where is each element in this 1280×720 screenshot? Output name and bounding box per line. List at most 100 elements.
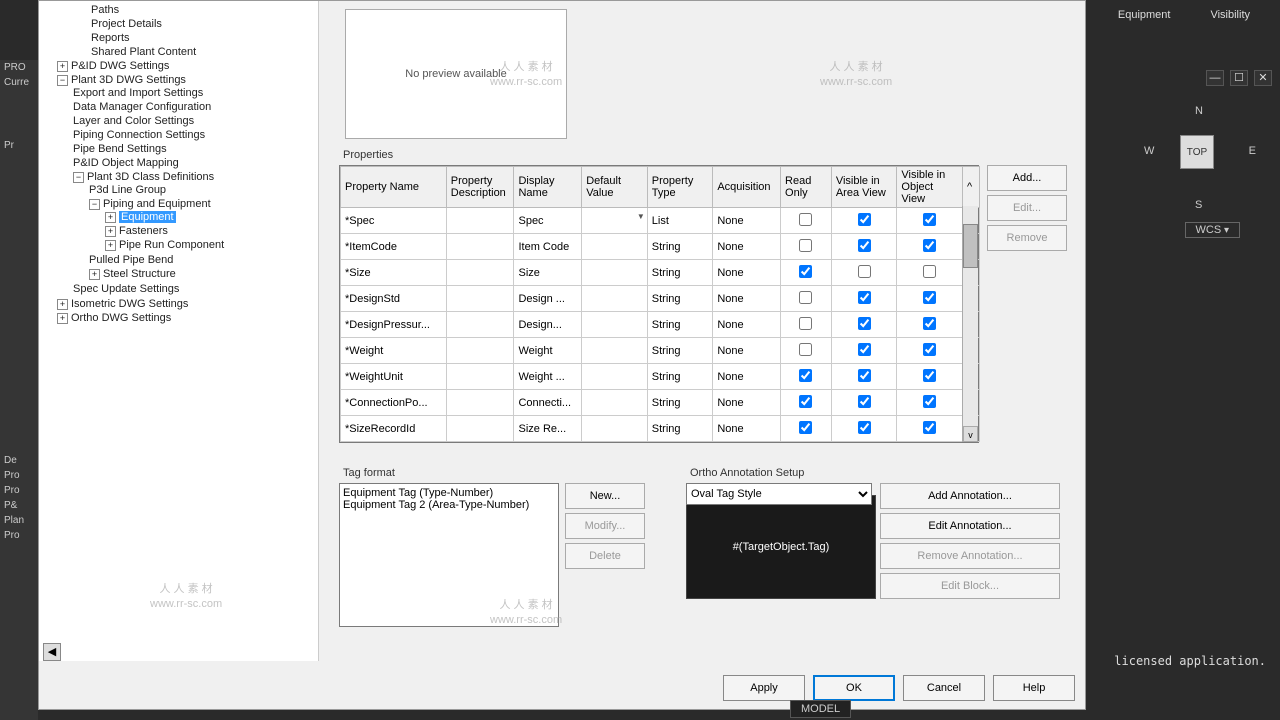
apply-button[interactable]: Apply bbox=[723, 675, 805, 701]
cell[interactable] bbox=[831, 338, 897, 364]
cell[interactable] bbox=[897, 208, 963, 234]
scroll-down-icon[interactable]: v bbox=[963, 426, 978, 442]
cell[interactable]: ▼ bbox=[582, 208, 648, 234]
table-row[interactable]: *WeightWeightStringNone bbox=[341, 338, 980, 364]
checkbox[interactable] bbox=[923, 265, 936, 278]
dropdown-icon[interactable]: ▼ bbox=[637, 212, 645, 221]
table-row[interactable]: *ItemCodeItem CodeStringNone bbox=[341, 234, 980, 260]
checkbox[interactable] bbox=[858, 317, 871, 330]
ok-button[interactable]: OK bbox=[813, 675, 895, 701]
expand-icon[interactable]: + bbox=[57, 299, 68, 310]
checkbox[interactable] bbox=[858, 395, 871, 408]
cell[interactable] bbox=[446, 286, 514, 312]
new-button[interactable]: New... bbox=[565, 483, 645, 509]
cell[interactable]: *ConnectionPo... bbox=[341, 390, 447, 416]
view-cube-top[interactable]: TOP bbox=[1180, 135, 1214, 169]
col-vav[interactable]: Visible in Area View bbox=[831, 167, 897, 208]
cell[interactable] bbox=[831, 416, 897, 442]
checkbox[interactable] bbox=[799, 213, 812, 226]
tab-equipment[interactable]: Equipment bbox=[1108, 5, 1181, 25]
cell[interactable] bbox=[897, 234, 963, 260]
cell[interactable] bbox=[582, 286, 648, 312]
modify-button[interactable]: Modify... bbox=[565, 513, 645, 539]
tree-p3d-line-group[interactable]: P3d Line Group bbox=[89, 183, 316, 197]
tree-spec-update[interactable]: Spec Update Settings bbox=[73, 282, 316, 296]
checkbox[interactable] bbox=[923, 421, 936, 434]
checkbox[interactable] bbox=[923, 343, 936, 356]
cell[interactable] bbox=[897, 286, 963, 312]
checkbox[interactable] bbox=[858, 265, 871, 278]
checkbox[interactable] bbox=[799, 343, 812, 356]
tag-style-select[interactable]: Oval Tag Style bbox=[686, 483, 872, 505]
cell[interactable] bbox=[781, 260, 832, 286]
cell[interactable] bbox=[831, 312, 897, 338]
checkbox[interactable] bbox=[799, 395, 812, 408]
help-button[interactable]: Help bbox=[993, 675, 1075, 701]
table-row[interactable]: *DesignStd Design ... StringNone bbox=[341, 286, 980, 312]
table-row[interactable]: *WeightUnitWeight ...StringNone bbox=[341, 364, 980, 390]
expand-icon[interactable]: + bbox=[105, 240, 116, 251]
tree-equipment[interactable]: Equipment bbox=[119, 211, 176, 223]
cell[interactable] bbox=[781, 312, 832, 338]
tag-format-item[interactable]: Equipment Tag (Type-Number) bbox=[343, 487, 555, 499]
cell[interactable] bbox=[781, 286, 832, 312]
expand-icon[interactable]: + bbox=[57, 61, 68, 72]
compass-n[interactable]: N bbox=[1195, 105, 1203, 117]
model-tab[interactable]: MODEL bbox=[790, 700, 851, 718]
cell[interactable] bbox=[781, 234, 832, 260]
col-type[interactable]: Property Type bbox=[647, 167, 713, 208]
cell[interactable] bbox=[582, 338, 648, 364]
table-scrollbar[interactable]: v bbox=[962, 206, 978, 442]
col-acq[interactable]: Acquisition bbox=[713, 167, 781, 208]
cell[interactable] bbox=[582, 234, 648, 260]
checkbox[interactable] bbox=[858, 239, 871, 252]
tree-pid-obj-map[interactable]: P&ID Object Mapping bbox=[73, 156, 316, 170]
cell[interactable]: None bbox=[713, 390, 781, 416]
view-cube[interactable]: TOP N S W E bbox=[1140, 95, 1260, 215]
cell[interactable]: Design ... bbox=[514, 286, 582, 312]
cell[interactable]: None bbox=[713, 312, 781, 338]
tree-p3d-class-def[interactable]: Plant 3D Class Definitions bbox=[87, 171, 214, 183]
cell[interactable]: *ItemCode bbox=[341, 234, 447, 260]
cell[interactable]: String bbox=[647, 390, 713, 416]
cell[interactable]: *DesignPressur... bbox=[341, 312, 447, 338]
checkbox[interactable] bbox=[923, 213, 936, 226]
checkbox[interactable] bbox=[858, 343, 871, 356]
cell[interactable]: None bbox=[713, 208, 781, 234]
expand-icon[interactable]: + bbox=[105, 212, 116, 223]
tree-fasteners[interactable]: Fasteners bbox=[119, 225, 168, 237]
cell[interactable] bbox=[897, 390, 963, 416]
remove-annotation-button[interactable]: Remove Annotation... bbox=[880, 543, 1060, 569]
tag-format-item[interactable]: Equipment Tag 2 (Area-Type-Number) bbox=[343, 499, 555, 511]
close-button[interactable]: ✕ bbox=[1254, 70, 1272, 86]
cell[interactable]: None bbox=[713, 260, 781, 286]
tree-piping-conn[interactable]: Piping Connection Settings bbox=[73, 128, 316, 142]
add-annotation-button[interactable]: Add Annotation... bbox=[880, 483, 1060, 509]
tree-steel-structure[interactable]: Steel Structure bbox=[103, 268, 176, 280]
cell[interactable] bbox=[781, 416, 832, 442]
expand-icon[interactable]: + bbox=[89, 269, 100, 280]
cell[interactable]: Spec bbox=[514, 208, 582, 234]
properties-table[interactable]: Property Name Property Description Displ… bbox=[339, 165, 979, 443]
checkbox[interactable] bbox=[799, 369, 812, 382]
cell[interactable] bbox=[582, 416, 648, 442]
tree-data-manager[interactable]: Data Manager Configuration bbox=[73, 100, 316, 114]
checkbox[interactable] bbox=[858, 291, 871, 304]
tree-pipe-run-comp[interactable]: Pipe Run Component bbox=[119, 239, 224, 251]
cell[interactable] bbox=[446, 416, 514, 442]
cell[interactable]: String bbox=[647, 260, 713, 286]
cell[interactable] bbox=[582, 364, 648, 390]
cell[interactable] bbox=[446, 312, 514, 338]
checkbox[interactable] bbox=[799, 239, 812, 252]
cell[interactable]: String bbox=[647, 286, 713, 312]
cell[interactable]: *Weight bbox=[341, 338, 447, 364]
col-ro[interactable]: Read Only bbox=[781, 167, 832, 208]
checkbox[interactable] bbox=[923, 395, 936, 408]
table-row[interactable]: *SizeRecordIdSize Re...StringNone bbox=[341, 416, 980, 442]
cell[interactable]: *DesignStd bbox=[341, 286, 447, 312]
cell[interactable]: String bbox=[647, 312, 713, 338]
cell[interactable] bbox=[831, 390, 897, 416]
cell[interactable]: None bbox=[713, 286, 781, 312]
cell[interactable] bbox=[781, 208, 832, 234]
tree-p3d-dwg[interactable]: Plant 3D DWG Settings bbox=[71, 74, 186, 86]
